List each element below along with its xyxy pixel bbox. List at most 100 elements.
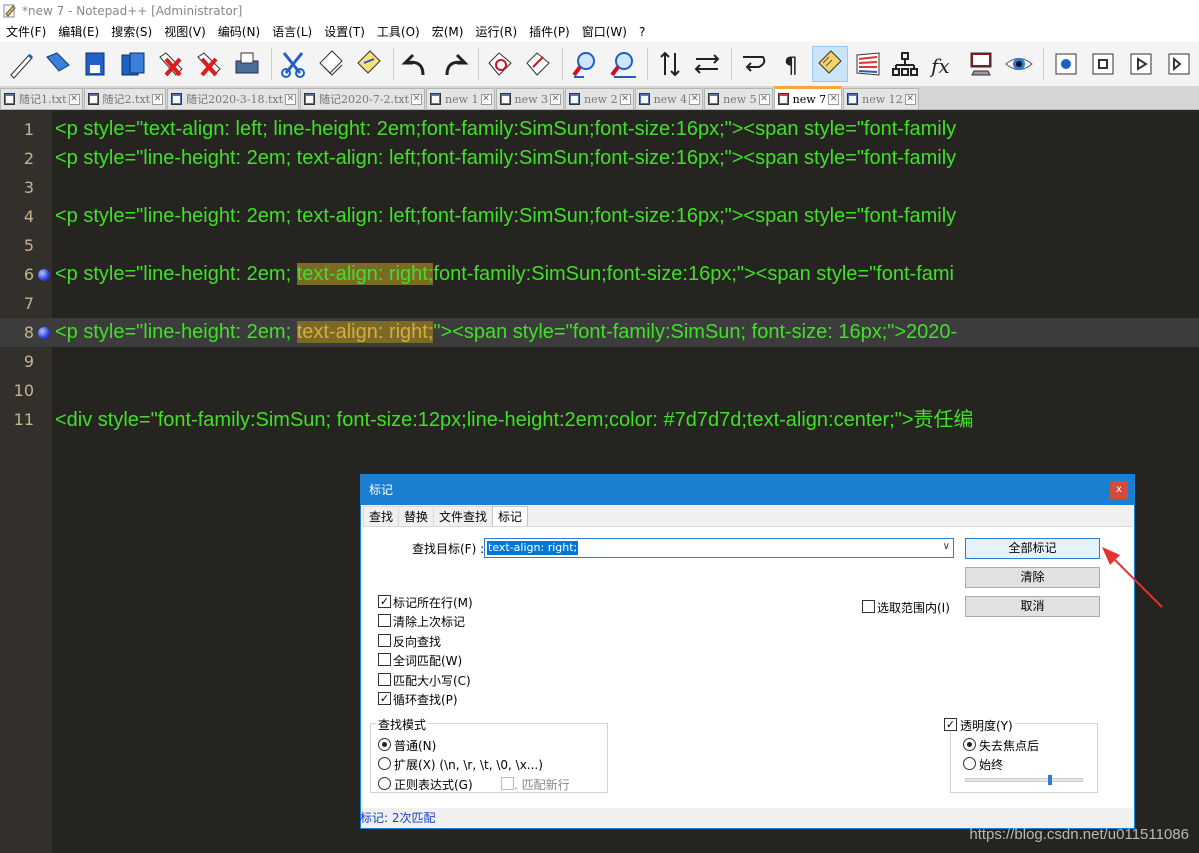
find-target-value[interactable]: text-align: right; xyxy=(487,541,579,555)
tab-close-icon[interactable]: ✕ xyxy=(619,93,631,105)
menu-item[interactable]: 窗口(W) xyxy=(576,22,633,42)
stop-macro-button[interactable] xyxy=(1086,46,1122,82)
dialog-title-bar[interactable]: 标记 xyxy=(361,475,1134,505)
normal-mode-radio[interactable] xyxy=(378,738,391,751)
copy-button[interactable] xyxy=(313,46,349,82)
in-selection-checkbox[interactable] xyxy=(862,600,875,613)
dot-newline-checkbox[interactable] xyxy=(501,777,514,790)
document-tab[interactable]: 随记2.txt ✕ xyxy=(83,88,167,109)
menu-item[interactable]: 运行(R) xyxy=(469,22,523,42)
save-all-button[interactable] xyxy=(115,46,151,82)
tab-close-icon[interactable]: ✕ xyxy=(689,93,701,105)
menu-item[interactable]: 宏(M) xyxy=(426,22,470,42)
show-all-chars-button[interactable]: ¶ xyxy=(774,46,810,82)
undo-button[interactable] xyxy=(398,46,434,82)
doc-map-button[interactable] xyxy=(850,46,886,82)
bookmark-icon[interactable] xyxy=(38,327,50,339)
dialog-close-button[interactable]: x xyxy=(1110,481,1128,499)
slider-thumb[interactable] xyxy=(1048,775,1052,785)
transparency-checkbox[interactable]: ✓ xyxy=(944,718,957,731)
chevron-down-icon[interactable]: ∨ xyxy=(943,541,950,552)
tab-close-icon[interactable]: ✕ xyxy=(152,93,164,105)
document-tab[interactable]: 随记2020-3-18.txt ✕ xyxy=(167,88,300,109)
find-target-combo[interactable]: text-align: right; ∨ xyxy=(484,538,954,558)
sync-vertical-button[interactable] xyxy=(652,46,688,82)
zoom-in-button[interactable] xyxy=(567,46,603,82)
document-tab[interactable]: 随记2020-7-2.txt ✕ xyxy=(300,88,426,109)
document-tab[interactable]: new 2 ✕ xyxy=(565,88,634,109)
tab-close-icon[interactable]: ✕ xyxy=(411,93,423,105)
tab-close-icon[interactable]: ✕ xyxy=(480,93,492,105)
document-tab[interactable]: new 12 ✕ xyxy=(843,88,919,109)
close-all-button[interactable] xyxy=(191,46,227,82)
option-checkbox[interactable] xyxy=(378,653,391,667)
menu-item[interactable]: 视图(V) xyxy=(158,22,212,42)
tab-close-icon[interactable]: ✕ xyxy=(285,93,297,105)
tab-close-icon[interactable]: ✕ xyxy=(758,93,770,105)
bookmark-icon[interactable] xyxy=(38,269,50,281)
extended-mode-radio[interactable] xyxy=(378,757,391,770)
menu-item[interactable]: ? xyxy=(633,22,651,42)
document-tab[interactable]: 随记1.txt ✕ xyxy=(0,88,83,109)
editor-line[interactable]: 5 xyxy=(0,231,1199,260)
fx-button[interactable]: fx xyxy=(925,46,961,82)
cut-button[interactable] xyxy=(276,46,312,82)
document-tab[interactable]: new 3 ✕ xyxy=(495,88,565,109)
menu-item[interactable]: 语言(L) xyxy=(266,22,318,42)
tab-close-icon[interactable]: ✕ xyxy=(550,93,562,105)
dialog-tab[interactable]: 文件查找 xyxy=(433,506,494,526)
document-tab[interactable]: new 5 ✕ xyxy=(704,88,773,109)
sync-horizontal-button[interactable] xyxy=(690,46,726,82)
editor-line[interactable]: 1 <p style="text-align: left; line-height… xyxy=(0,115,1199,144)
record-macro-button[interactable] xyxy=(1048,46,1084,82)
mark-all-button[interactable]: 全部标记 xyxy=(965,538,1100,559)
menu-item[interactable]: 设置(T) xyxy=(318,22,371,42)
function-list-button[interactable] xyxy=(888,46,924,82)
transparency-slider[interactable] xyxy=(965,775,1083,785)
always-radio[interactable] xyxy=(963,757,976,770)
word-wrap-button[interactable] xyxy=(736,46,772,82)
tab-close-icon[interactable]: ✕ xyxy=(904,93,916,105)
save-button[interactable] xyxy=(78,46,114,82)
dialog-tab[interactable]: 标记 xyxy=(492,506,529,528)
eye-button[interactable] xyxy=(1001,46,1037,82)
print-button[interactable] xyxy=(229,46,265,82)
option-checkbox[interactable]: ✓ xyxy=(378,692,391,705)
tab-close-icon[interactable]: ✕ xyxy=(828,93,840,105)
editor-line[interactable]: 8 <p style="line-height: 2em; text-align:… xyxy=(0,318,1199,347)
editor-line[interactable]: 7 xyxy=(0,289,1199,318)
cancel-button[interactable]: 取消 xyxy=(965,596,1100,617)
open-file-button[interactable] xyxy=(40,46,76,82)
menu-item[interactable]: 插件(P) xyxy=(523,22,576,42)
replace-button[interactable] xyxy=(520,46,556,82)
menu-item[interactable]: 编码(N) xyxy=(212,22,266,42)
find-button[interactable] xyxy=(483,46,519,82)
indent-guide-button[interactable] xyxy=(811,46,848,82)
clear-marks-button[interactable]: 清除 xyxy=(965,567,1100,588)
regex-mode-radio[interactable] xyxy=(378,777,391,790)
menu-item[interactable]: 工具(O) xyxy=(371,22,426,42)
editor-line[interactable]: 10 xyxy=(0,376,1199,405)
dialog-tab[interactable]: 查找 xyxy=(363,506,400,526)
document-tab[interactable]: new 1 ✕ xyxy=(426,88,495,109)
paste-button[interactable] xyxy=(351,46,387,82)
tab-close-icon[interactable]: ✕ xyxy=(68,93,80,105)
on-lose-focus-radio[interactable] xyxy=(963,738,976,751)
option-checkbox[interactable] xyxy=(378,672,391,686)
menu-item[interactable]: 文件(F) xyxy=(0,22,52,42)
zoom-out-button[interactable] xyxy=(605,46,641,82)
editor-line[interactable]: 4 <p style="line-height: 2em; text-align:… xyxy=(0,202,1199,231)
close-button[interactable] xyxy=(153,46,189,82)
monitor-button[interactable] xyxy=(963,46,999,82)
menu-item[interactable]: 搜索(S) xyxy=(105,22,158,42)
document-tab[interactable]: new 4 ✕ xyxy=(634,88,704,109)
redo-button[interactable] xyxy=(436,46,472,82)
new-file-button[interactable] xyxy=(2,46,38,82)
dialog-tab[interactable]: 替换 xyxy=(398,506,435,526)
editor-line[interactable]: 9 xyxy=(0,347,1199,376)
editor-line[interactable]: 2 <p style="line-height: 2em; text-align:… xyxy=(0,144,1199,173)
option-checkbox[interactable] xyxy=(378,614,391,628)
menu-item[interactable]: 编辑(E) xyxy=(52,22,105,42)
play-macro-button[interactable] xyxy=(1123,46,1159,82)
editor-line[interactable]: 3 xyxy=(0,173,1199,202)
